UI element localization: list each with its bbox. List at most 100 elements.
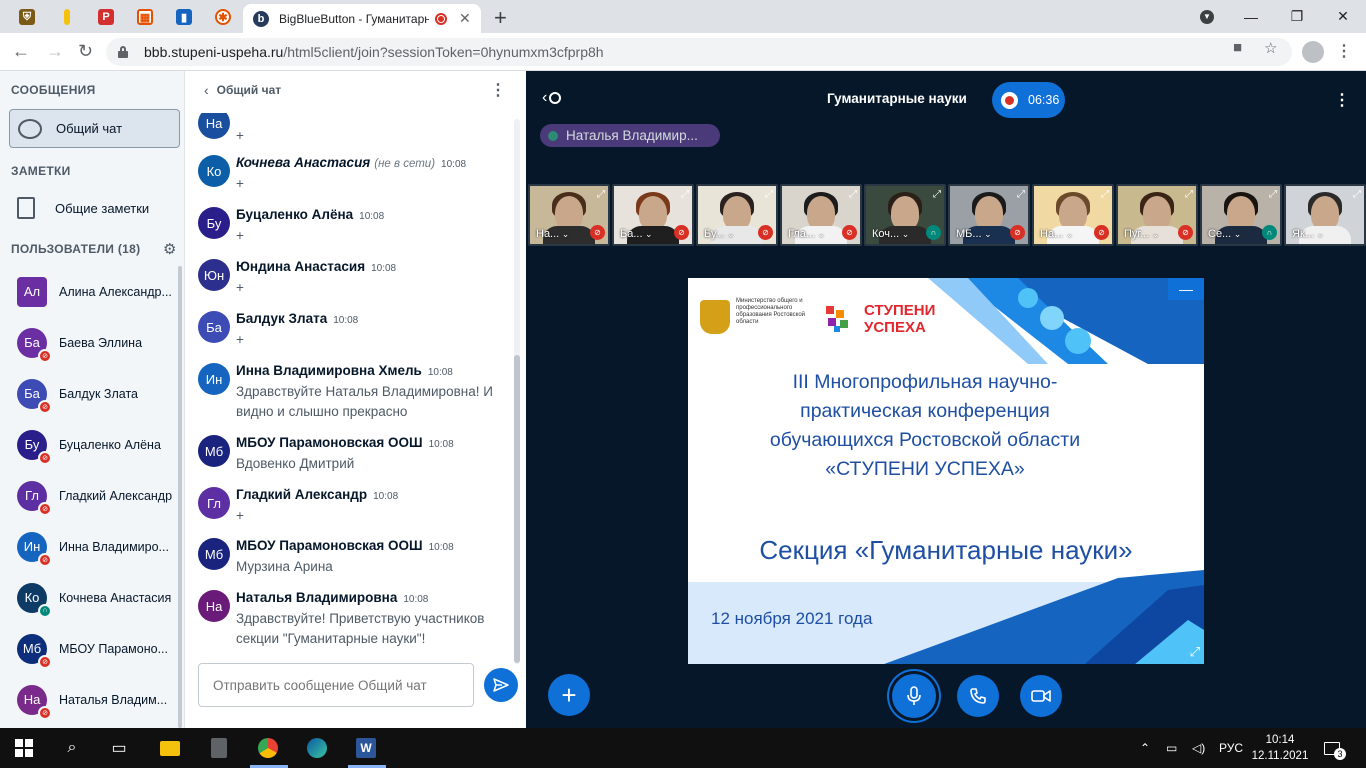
file-explorer-icon[interactable] <box>158 736 182 760</box>
taskbar-clock[interactable]: 10:14 12.11.2021 <box>1250 732 1310 764</box>
webcam-tile[interactable]: Коч... ∩ ⤢ <box>864 184 946 246</box>
close-window-icon[interactable]: ✕ <box>1320 0 1366 33</box>
send-message-button[interactable] <box>484 668 518 702</box>
webcam-user-label[interactable]: Гла... <box>788 228 825 240</box>
webcam-user-label[interactable]: Пуг... <box>1124 228 1159 240</box>
volume-icon[interactable]: ◁) <box>1192 728 1205 768</box>
user-list-item[interactable]: Ба ⊘ Баева Эллина <box>0 317 178 368</box>
user-list-item[interactable]: Гл ⊘ Гладкий Александр <box>0 470 178 521</box>
toggle-userlist-icon[interactable]: ‹ <box>542 89 562 107</box>
talking-indicator[interactable]: Наталья Владимир... <box>540 124 720 147</box>
webcam-fullscreen-icon[interactable]: ⤢ <box>1101 189 1109 200</box>
bookmark-star-icon[interactable]: ☆ <box>1264 39 1277 57</box>
webcam-user-label[interactable]: На... <box>1040 228 1073 240</box>
user-name: Баева Эллина <box>59 335 143 350</box>
chat-message-input[interactable] <box>198 663 474 707</box>
chat-author-line: Буцаленко Алёна 10:08 <box>236 207 384 222</box>
minimize-presentation-button[interactable]: — <box>1168 278 1204 300</box>
webcam-user-label[interactable]: Коч... <box>872 228 909 240</box>
webcam-user-label[interactable]: Як... <box>1292 228 1324 240</box>
webcam-fullscreen-icon[interactable]: ⤢ <box>597 189 605 200</box>
pinned-tab-2[interactable] <box>50 4 84 30</box>
chat-scrollbar-thumb[interactable] <box>514 355 520 663</box>
webcam-tile[interactable]: Гла... ⊘ ⤢ <box>780 184 862 246</box>
word-icon[interactable]: W <box>354 736 378 760</box>
search-icon[interactable]: ⌕ <box>60 736 84 760</box>
user-list-item[interactable]: Бу ⊘ Буцаленко Алёна <box>0 419 178 470</box>
webcam-tile[interactable]: Бу... ⊘ ⤢ <box>696 184 778 246</box>
webcam-tile[interactable]: На... ⊘ ⤢ <box>528 184 610 246</box>
close-tab-icon[interactable]: ✕ <box>459 10 471 27</box>
webcam-fullscreen-icon[interactable]: ⤢ <box>1353 189 1361 200</box>
share-webcam-button[interactable] <box>1020 675 1062 717</box>
chat-title[interactable]: Общий чат <box>217 83 281 97</box>
notification-center-icon[interactable]: 3 <box>1324 728 1352 768</box>
active-browser-tab[interactable]: b BigBlueButton - Гуманитарн ✕ <box>243 4 481 33</box>
leave-audio-button[interactable] <box>957 675 999 717</box>
camera-blocked-icon[interactable]: ■ <box>1233 39 1242 56</box>
webcam-user-label[interactable]: На... <box>536 228 569 240</box>
user-list-item[interactable]: Ко ∩ Кочнева Анастасия <box>0 572 178 623</box>
user-list-scrollbar[interactable] <box>178 266 182 728</box>
tray-chevron-up-icon[interactable]: ⌃ <box>1140 728 1150 768</box>
keyboard-language[interactable]: РУС <box>1219 728 1243 768</box>
webcam-fullscreen-icon[interactable]: ⤢ <box>1269 189 1277 200</box>
active-tab-title: BigBlueButton - Гуманитарн <box>279 11 429 26</box>
task-view-icon[interactable]: ▭ <box>107 736 131 760</box>
user-list-item[interactable]: Ин ⊘ Инна Владимиро... <box>0 521 178 572</box>
network-icon[interactable]: ▭ <box>1166 728 1177 768</box>
profile-avatar[interactable] <box>1302 41 1324 63</box>
gear-icon[interactable]: ⚙ <box>163 240 176 258</box>
actions-plus-button[interactable]: + <box>548 674 590 716</box>
microphone-button[interactable] <box>892 674 936 718</box>
windows-start-icon[interactable] <box>12 736 36 760</box>
reload-icon[interactable]: ↻ <box>78 41 93 62</box>
webcam-fullscreen-icon[interactable]: ⤢ <box>681 189 689 200</box>
chat-options-icon[interactable]: ⋮ <box>490 80 506 100</box>
webcam-tile[interactable]: На... ⊘ ⤢ <box>1032 184 1114 246</box>
edge-icon[interactable] <box>305 736 329 760</box>
webcam-user-label[interactable]: МБ... <box>956 228 992 240</box>
new-tab-icon[interactable]: + <box>494 5 507 31</box>
webcam-tile[interactable]: Се... ∩ ⤢ <box>1200 184 1282 246</box>
back-arrow-icon[interactable]: ← <box>12 41 30 62</box>
pinned-tab-3[interactable]: P <box>89 4 123 30</box>
pinned-tab-1[interactable]: ⛨ <box>10 4 44 30</box>
webcam-user-label[interactable]: Бу... <box>704 228 735 240</box>
address-bar[interactable]: bbb.stupeni-uspeha.ru/html5client/join?s… <box>106 38 1292 66</box>
webcam-fullscreen-icon[interactable]: ⤢ <box>849 189 857 200</box>
chat-scrollbar[interactable] <box>514 119 520 664</box>
shared-notes-item[interactable]: Общие заметки <box>9 190 180 226</box>
webcam-user-label[interactable]: Се... <box>1208 228 1241 240</box>
webcam-fullscreen-icon[interactable]: ⤢ <box>765 189 773 200</box>
webcam-tile[interactable]: Ба... ⊘ ⤢ <box>612 184 694 246</box>
forward-arrow-icon[interactable]: → <box>46 41 64 62</box>
webcam-user-label[interactable]: Ба... <box>620 228 653 240</box>
muted-mic-icon: ⊘ <box>1010 225 1025 240</box>
pinned-tab-4[interactable]: ▦ <box>128 4 162 30</box>
webcam-tile[interactable]: МБ... ⊘ ⤢ <box>948 184 1030 246</box>
public-chat-item[interactable]: Общий чат <box>9 109 180 148</box>
user-list-item[interactable]: Ал Алина Александр... <box>0 266 178 317</box>
restore-window-icon[interactable]: ❐ <box>1274 0 1320 33</box>
ministry-text: Министерство общего и профессионального … <box>736 298 806 325</box>
fullscreen-icon[interactable]: ⤢ <box>1190 644 1200 660</box>
chevron-left-icon[interactable]: ‹ <box>204 82 209 98</box>
profile-menu-down-icon[interactable]: ▼ <box>1184 0 1230 33</box>
pinned-tab-6[interactable]: ✱ <box>206 4 240 30</box>
webcam-fullscreen-icon[interactable]: ⤢ <box>933 189 941 200</box>
meeting-options-icon[interactable]: ⋮ <box>1334 90 1350 110</box>
webcam-tile[interactable]: Як... ⤢ <box>1284 184 1366 246</box>
browser-menu-icon[interactable]: ⋮ <box>1336 41 1352 61</box>
user-list-item[interactable]: Мб ⊘ МБОУ Парамоно... <box>0 623 178 674</box>
user-list-item[interactable]: Ба ⊘ Балдук Злата <box>0 368 178 419</box>
user-list-item[interactable]: На ⊘ Наталья Владим... <box>0 674 178 725</box>
recording-indicator-button[interactable]: 06:36 <box>992 82 1065 118</box>
webcam-fullscreen-icon[interactable]: ⤢ <box>1185 189 1193 200</box>
chrome-icon[interactable] <box>256 736 280 760</box>
webcam-tile[interactable]: Пуг... ⊘ ⤢ <box>1116 184 1198 246</box>
calculator-icon[interactable] <box>207 736 231 760</box>
minimize-window-icon[interactable]: — <box>1228 0 1274 33</box>
pinned-tab-5[interactable]: ▮ <box>167 4 201 30</box>
webcam-fullscreen-icon[interactable]: ⤢ <box>1017 189 1025 200</box>
